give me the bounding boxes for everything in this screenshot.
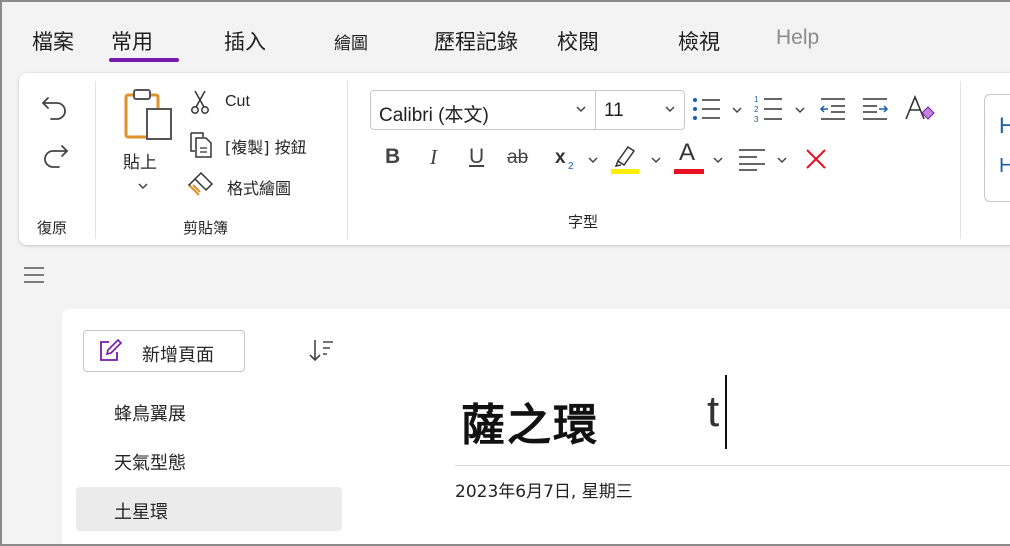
- page-list-item-label: 蜂鳥翼展: [114, 404, 186, 425]
- font-size-value: 11: [604, 100, 624, 121]
- undo-icon[interactable]: [39, 91, 71, 123]
- text-cursor: [725, 375, 727, 449]
- page-list-item[interactable]: 蜂鳥翼展: [76, 389, 342, 433]
- onenote-window: 檔案 常用 插入 繪圖 歷程記錄 校閱 檢視 Help 復原 貼上 Cut [複…: [0, 0, 1010, 546]
- underline-button[interactable]: U: [469, 145, 484, 169]
- font-name-dropdown[interactable]: Calibri (本文): [370, 90, 596, 130]
- chevron-down-icon[interactable]: [650, 155, 662, 165]
- clear-all-formatting-icon[interactable]: [804, 147, 828, 171]
- paste-label[interactable]: 貼上: [123, 148, 157, 173]
- new-page-icon: [100, 338, 123, 361]
- page-canvas[interactable]: 薩之環 t 2023年6月7日, 星期三: [358, 309, 1010, 544]
- scissors-icon[interactable]: [189, 89, 211, 115]
- group-divider: [347, 81, 348, 239]
- heading-1-style[interactable]: H: [999, 113, 1010, 139]
- page-title[interactable]: 薩之環: [461, 389, 599, 453]
- numbered-list-icon[interactable]: 1 2 3: [754, 93, 784, 125]
- font-color-button[interactable]: A: [674, 139, 704, 175]
- ribbon: 復原 貼上 Cut [複製] 按鈕 格式繪圖 剪貼簿 Calibri (本文) …: [19, 73, 1010, 245]
- new-page-label: 新增頁面: [142, 345, 214, 366]
- sort-icon[interactable]: [307, 337, 335, 365]
- hamburger-menu-icon[interactable]: [22, 265, 46, 285]
- chevron-down-icon: [665, 106, 675, 113]
- format-painter-label[interactable]: 格式繪圖: [227, 175, 291, 199]
- subscript-button[interactable]: x 2: [555, 147, 579, 177]
- bold-button[interactable]: B: [385, 145, 400, 169]
- chevron-down-icon: [576, 106, 586, 113]
- chevron-down-icon[interactable]: [776, 155, 788, 165]
- page-list-item-selected[interactable]: 土星環: [76, 487, 342, 531]
- page-date: 2023年6月7日, 星期三: [455, 482, 633, 502]
- page-list-item-label: 土星環: [114, 502, 168, 523]
- group-divider: [95, 81, 96, 239]
- tab-review[interactable]: 校閱: [557, 26, 599, 56]
- svg-text:3: 3: [754, 115, 759, 124]
- copy-label[interactable]: [複製] 按鈕: [225, 134, 307, 158]
- chevron-down-icon[interactable]: [587, 155, 599, 165]
- font-size-dropdown[interactable]: 11: [595, 90, 685, 130]
- clipboard-group-label: 剪貼簿: [183, 219, 229, 237]
- tab-file[interactable]: 檔案: [32, 26, 74, 56]
- paragraph-alignment-icon[interactable]: [737, 147, 767, 171]
- page-list-item[interactable]: 天氣型態: [76, 438, 342, 482]
- clear-formatting-icon[interactable]: [903, 93, 935, 123]
- page-list-panel: 新增頁面 蜂鳥翼展 天氣型態 土星環: [62, 309, 358, 544]
- page-list-item-label: 天氣型態: [114, 453, 186, 474]
- format-painter-icon[interactable]: [187, 170, 215, 198]
- chevron-down-icon[interactable]: [794, 105, 806, 115]
- heading-2-style[interactable]: H: [999, 155, 1010, 178]
- font-color-swatch: [674, 169, 704, 174]
- redo-icon[interactable]: [39, 139, 71, 171]
- font-name-value: Calibri (本文): [379, 105, 489, 126]
- tab-history[interactable]: 歷程記錄: [434, 26, 518, 56]
- decrease-indent-icon[interactable]: [819, 97, 847, 121]
- tab-home[interactable]: 常用: [111, 26, 153, 56]
- bullet-list-icon[interactable]: [692, 95, 722, 123]
- tab-draw[interactable]: 繪圖: [334, 29, 368, 54]
- chevron-down-icon[interactable]: [137, 181, 149, 191]
- subscript-number: 2: [568, 161, 574, 172]
- chevron-down-icon[interactable]: [731, 105, 743, 115]
- cut-label[interactable]: Cut: [225, 93, 250, 111]
- undo-group-label: 復原: [37, 219, 68, 237]
- strikethrough-button[interactable]: ab: [507, 147, 528, 169]
- italic-button[interactable]: I: [430, 145, 437, 170]
- highlighter-icon[interactable]: [610, 143, 640, 175]
- svg-text:1: 1: [754, 95, 759, 104]
- selected-tab-indicator: [109, 58, 179, 62]
- group-divider: [960, 81, 961, 239]
- new-page-button[interactable]: 新增頁面: [83, 330, 245, 372]
- tab-view[interactable]: 檢視: [678, 26, 720, 56]
- tab-help[interactable]: Help: [776, 26, 819, 50]
- copy-icon[interactable]: [187, 129, 215, 159]
- font-color-letter: A: [679, 139, 696, 166]
- body-text[interactable]: t: [707, 387, 719, 437]
- paste-icon[interactable]: [123, 87, 175, 143]
- subscript-letter: x: [555, 147, 566, 168]
- tab-insert[interactable]: 插入: [224, 26, 266, 56]
- styles-gallery[interactable]: H H: [984, 94, 1010, 202]
- title-underline: [455, 465, 1010, 466]
- svg-text:2: 2: [754, 105, 759, 114]
- font-group-label: 字型: [568, 213, 599, 231]
- increase-indent-icon[interactable]: [861, 97, 889, 121]
- chevron-down-icon[interactable]: [712, 155, 724, 165]
